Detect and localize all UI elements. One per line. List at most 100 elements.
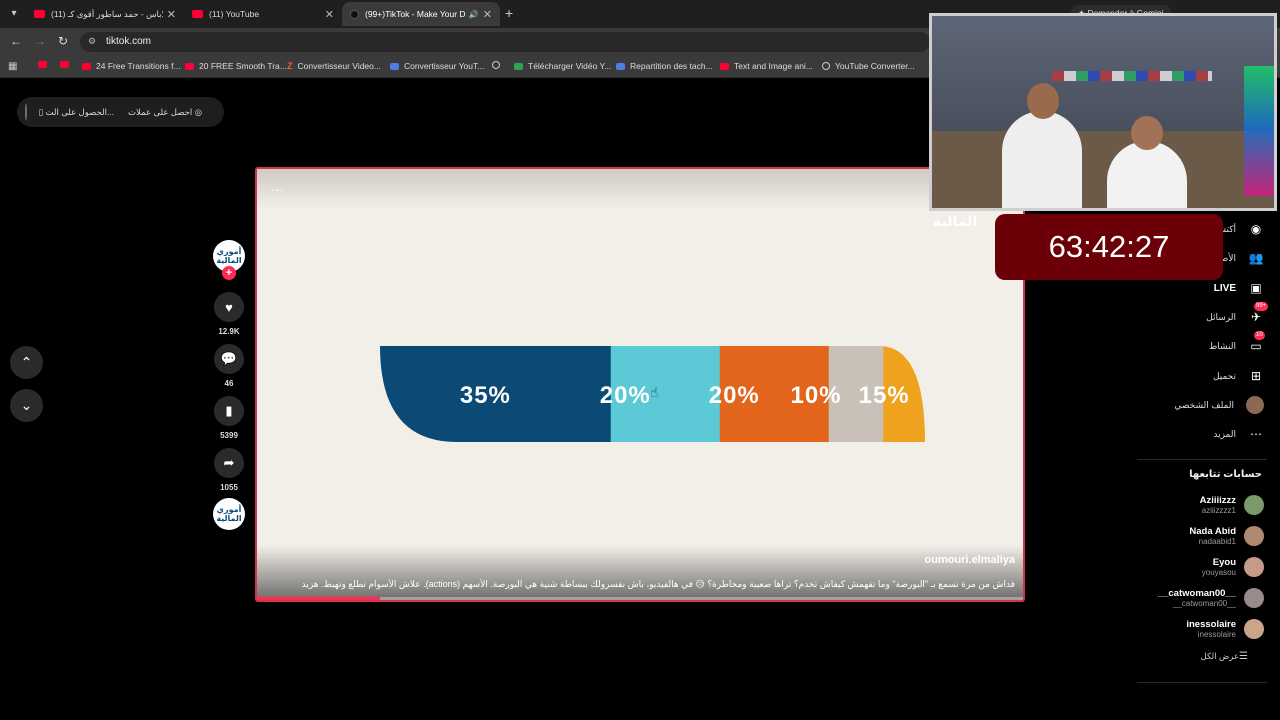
chart-data-label: 15% (859, 382, 910, 409)
save-action[interactable]: ▮ 5399 (211, 396, 247, 440)
get-coins-link[interactable]: احصل على عملات ◎ (128, 107, 202, 118)
bookmark-label: 24 Free Transitions f... (96, 61, 181, 71)
follow-plus-icon[interactable]: + (222, 266, 236, 280)
bookmark-label: Convertisseur Video... (297, 61, 381, 71)
following-account[interactable]: Eyou youyasou (1202, 554, 1264, 580)
speaker-icon[interactable]: 🔊 (469, 10, 479, 19)
following-account[interactable]: Nada Abid nadaabid1 (1189, 523, 1264, 549)
download-icon (514, 62, 523, 70)
forward-arrow-icon[interactable]: → (34, 34, 46, 48)
activity-icon: ▭ 10 (1250, 331, 1265, 353)
comment-count: 46 (224, 379, 234, 388)
sidebar-item-profile[interactable]: الملف الشخصي (1174, 395, 1264, 415)
account-username: __catwoman00__ (1172, 599, 1236, 608)
zamzar-icon: Z (287, 61, 293, 71)
bookmark-item[interactable]: Convertisseur YouT... (390, 61, 484, 71)
bookmark-item[interactable]: Télécharger Vidéo Y... (514, 61, 611, 71)
music-disc-text: أموري المالية (216, 505, 242, 523)
share-count: 1055 (220, 483, 238, 492)
bookmark-label: Text and Image ani... (734, 61, 813, 71)
video-watermark: المالية (933, 213, 978, 229)
chart-data-label: 20% (709, 382, 760, 409)
bookmark-globe[interactable] (492, 61, 505, 69)
bookmark-item[interactable]: 20 FREE Smooth Tra... (185, 61, 287, 71)
video-author[interactable]: oumouri.elmaliya (925, 554, 1015, 566)
get-coins-label: احصل على عملات (128, 106, 193, 117)
account-avatar (1244, 619, 1264, 639)
browser-tab-1[interactable]: لاباس - حمد ساطور أقوى كـ (11) ✕ (26, 2, 184, 26)
like-action[interactable]: ♥ 12.9K (211, 292, 247, 336)
music-disc-action[interactable]: أموري المالية (211, 498, 247, 530)
reload-icon[interactable]: ↻ (58, 34, 68, 48)
next-video-button[interactable]: ⌄ (10, 389, 43, 422)
bookmark-item[interactable]: YouTube Converter... (822, 61, 915, 71)
bookmark-item[interactable]: Repartition des tach... (616, 61, 713, 71)
messages-badge: 99+ (1254, 302, 1269, 311)
webcam-floor (932, 131, 1274, 208)
heart-icon[interactable]: ♥ (214, 292, 244, 322)
address-bar[interactable]: ⚙ tiktok.com (80, 32, 930, 52)
bookmark-item[interactable]: Text and Image ani... (720, 61, 813, 71)
close-icon[interactable]: ✕ (167, 8, 176, 21)
creator-avatar-text: أموري المالية (216, 247, 242, 265)
following-account[interactable]: inessolaire inessolaire (1186, 616, 1264, 642)
user-avatar[interactable] (25, 104, 27, 120)
comment-action[interactable]: 💬 46 (211, 344, 247, 388)
bookmark-label: Repartition des tach... (630, 61, 713, 71)
messages-icon: ✈ 99+ (1250, 302, 1269, 324)
tab-title: (99+)TikTok - Make Your Da (365, 9, 465, 19)
sidebar-item-live[interactable]: LIVE ▣ (1214, 278, 1264, 298)
bookmark-icon[interactable]: ▮ (214, 396, 244, 426)
youtube-icon (38, 61, 47, 68)
mouse-cursor-icon: ☝ (650, 384, 659, 400)
comment-icon[interactable]: 💬 (214, 344, 244, 374)
upload-plus-icon: ⊞ (1250, 369, 1262, 383)
music-disc-icon[interactable]: أموري المالية (213, 498, 245, 530)
sidebar-item-messages[interactable]: الرسائل ✈ 99+ (1206, 302, 1269, 327)
following-account[interactable]: Aziiiizzz aziiizzzz1 (1200, 492, 1264, 518)
following-account[interactable]: __catwoman00__ __catwoman00__ (1158, 585, 1264, 611)
stream-timer: 63:42:27 (995, 214, 1223, 280)
sidebar-item-more[interactable]: المزيد ⋯ (1213, 424, 1264, 444)
sidebar-item-activity[interactable]: النشاط ▭ 10 (1209, 331, 1265, 356)
close-icon[interactable]: ✕ (483, 8, 492, 21)
bookmark-youtube-2[interactable] (60, 61, 74, 68)
browser-tab-3[interactable]: (99+)TikTok - Make Your Da 🔊 ✕ (342, 2, 500, 26)
get-app-link[interactable]: ▯ الحصول على الت... (39, 107, 115, 118)
youtube-icon (34, 10, 45, 18)
sidebar-divider (1137, 459, 1267, 460)
see-all-link[interactable]: ☰ عرض الكل (1201, 651, 1262, 662)
webcam-overlay (929, 13, 1277, 211)
sidebar-divider (1137, 682, 1267, 683)
previous-video-button[interactable]: ⌃ (10, 346, 43, 379)
browser-tab-2[interactable]: (11) YouTube ✕ (184, 2, 342, 26)
activity-badge: 10 (1254, 331, 1265, 340)
close-icon[interactable]: ✕ (325, 8, 334, 21)
account-avatar (1244, 588, 1264, 608)
site-info-icon[interactable]: ⚙ (88, 36, 96, 47)
video-player[interactable]: 35% 20% 20% 10% 15% ... المالية oumouri.elma… (255, 167, 1025, 602)
new-tab-button[interactable]: + (505, 5, 513, 21)
tab-title: لاباس - حمد ساطور أقوى كـ (11) (51, 8, 163, 19)
bookmark-youtube-1[interactable] (38, 61, 52, 68)
chevron-down-icon: ⌄ (20, 397, 33, 413)
account-username: aziiizzzz1 (1201, 506, 1236, 515)
account-name: Nada Abid (1189, 526, 1236, 537)
chevron-up-icon: ⌃ (20, 354, 33, 370)
bookmark-item[interactable]: 24 Free Transitions f... (82, 61, 181, 71)
youtube-icon (192, 10, 203, 18)
creator-avatar[interactable]: أموري المالية + (213, 240, 245, 280)
apps-grid-icon[interactable]: ▦ (8, 61, 17, 72)
sidebar-item-upload[interactable]: تحميل ⊞ (1213, 366, 1264, 386)
back-arrow-icon[interactable]: ← (10, 34, 22, 48)
list-icon: ☰ (1239, 651, 1248, 662)
bookmark-item[interactable]: Z Convertisseur Video... (287, 61, 381, 71)
share-icon[interactable]: ➦ (214, 448, 244, 478)
top-pill-bar: ▯ الحصول على الت... احصل على عملات ◎ (17, 97, 224, 127)
video-progress-bar[interactable] (257, 597, 1023, 600)
share-action[interactable]: ➦ 1055 (211, 448, 247, 492)
tab-search-chevron-icon[interactable]: ▾ (6, 6, 22, 22)
creator-avatar-action[interactable]: أموري المالية + (211, 240, 247, 280)
chart-data-label: 10% (790, 382, 841, 409)
more-options-icon[interactable]: ... (271, 179, 285, 194)
